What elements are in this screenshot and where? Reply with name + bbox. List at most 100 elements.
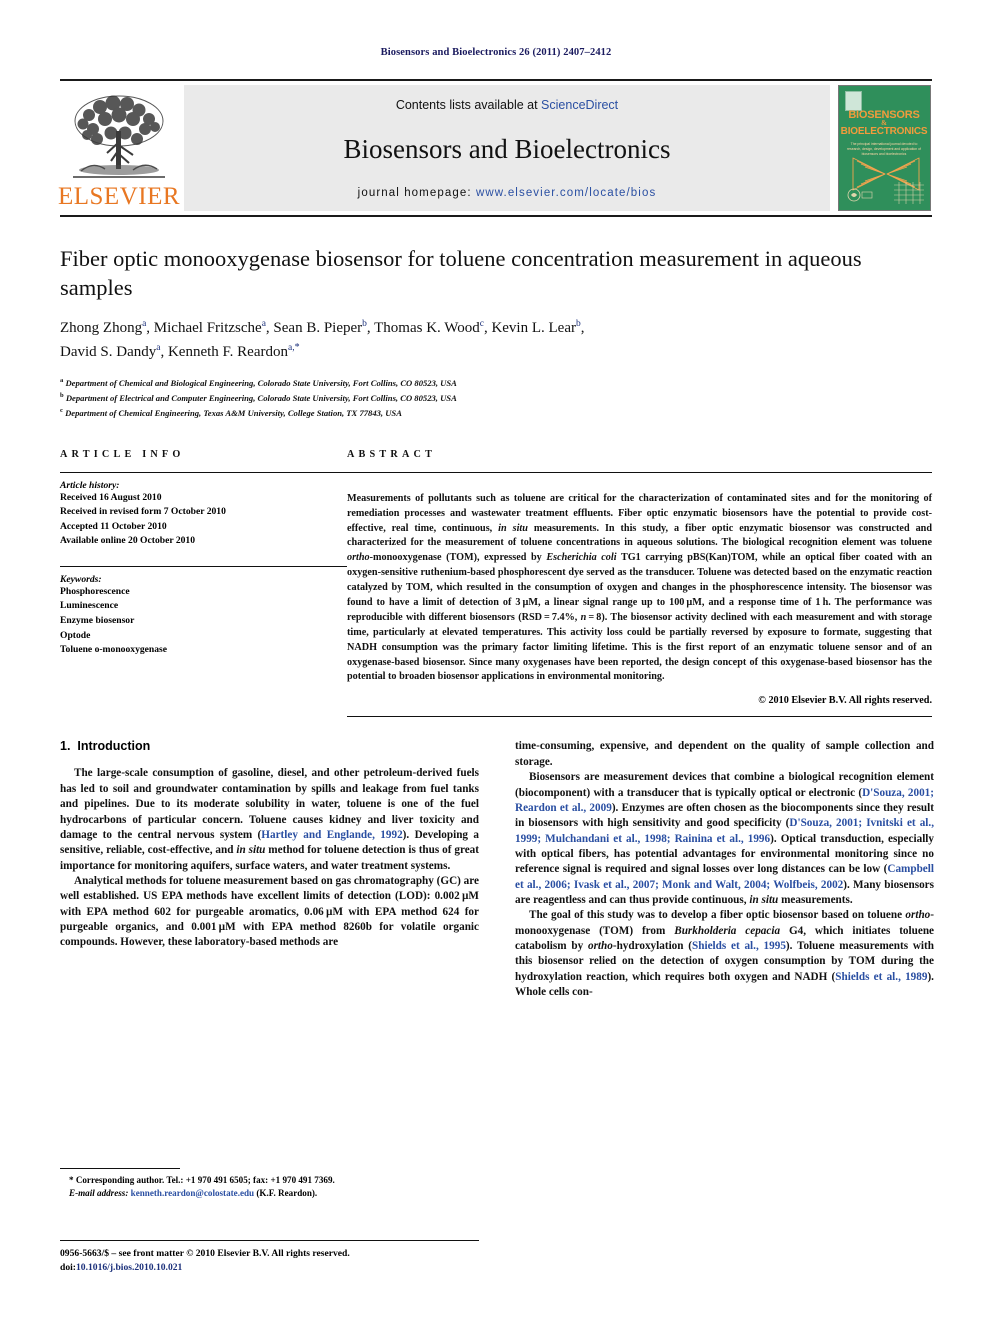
author-affil-marker: a	[156, 342, 161, 353]
keyword-item: Luminescence	[60, 600, 119, 612]
journal-cover-thumbnail[interactable]: BIOSENSORS & BIOELECTRONICS The principa…	[836, 85, 932, 211]
author-affil-marker: a	[261, 319, 266, 330]
abstract-text: Measurements of pollutants such as tolue…	[347, 492, 933, 683]
journal-masthead: ELSEVIER Contents lists available at Sci…	[57, 79, 932, 211]
author-affil-marker: a	[142, 319, 147, 330]
homepage-prefix: journal homepage:	[357, 187, 476, 199]
footnote-contact-line: * Corresponding author. Tel.: +1 970 491…	[69, 1175, 335, 1185]
footnote-rule	[60, 1168, 180, 1169]
doi-line: doi:10.1016/j.bios.2010.10.021	[60, 1261, 560, 1275]
body-left-column: 1. Introduction The large-scale consumpt…	[60, 739, 479, 1000]
issn-copyright-line: 0956-5663/$ – see front matter © 2010 El…	[60, 1248, 350, 1259]
keyword-item: Toluene o-monooxygenase	[60, 644, 168, 656]
author-item: David S. Dandya	[60, 342, 161, 360]
page-title: Fiber optic monooxygenase biosensor for …	[60, 246, 862, 300]
article-info-heading: ARTICLE INFO	[60, 448, 185, 460]
page-footer: 0956-5663/$ – see front matter © 2010 El…	[60, 1240, 560, 1276]
author-item: Kevin L. Learb	[491, 319, 581, 337]
journal-homepage-line: journal homepage: www.elsevier.com/locat…	[358, 187, 657, 199]
author-affil-marker: b	[575, 319, 581, 330]
elsevier-wordmark: ELSEVIER	[57, 183, 181, 210]
author-item: Thomas K. Woodc	[374, 319, 484, 337]
cover-society-logo	[847, 188, 872, 202]
affiliation-marker: a	[60, 377, 64, 385]
body-paragraph: The large-scale consumption of gasoline,…	[60, 767, 480, 872]
abstract-heading: ABSTRACT	[347, 448, 437, 460]
email-link[interactable]: kenneth.reardon@colostate.edu	[131, 1188, 254, 1198]
affiliation-text: Department of Electrical and Computer En…	[65, 392, 457, 403]
author-item: Michael Fritzschea	[153, 319, 266, 337]
body-columns: 1. Introduction The large-scale consumpt…	[60, 739, 934, 1000]
contents-available-line: Contents lists available at ScienceDirec…	[396, 98, 618, 112]
sciencedirect-link[interactable]: ScienceDirect	[541, 98, 618, 112]
contents-prefix: Contents lists available at	[395, 98, 542, 112]
footer-rule	[60, 1240, 479, 1241]
citation-link[interactable]: D'Souza, 2001; Reardon et al., 2009	[515, 787, 934, 814]
citation-link[interactable]: Campbell et al., 2006; Ivask et al., 200…	[515, 863, 934, 890]
keywords-block: Keywords: Phosphorescence Luminescence E…	[60, 567, 347, 658]
affiliation-item: b Department of Electrical and Computer …	[60, 391, 932, 406]
article-history-item: Received in revised form 7 October 2010	[60, 506, 226, 518]
email-label: E-mail address:	[69, 1188, 131, 1199]
article-history-item: Received 16 August 2010	[60, 491, 162, 503]
article-history-label: Article history:	[60, 479, 120, 491]
abstract-copyright: © 2010 Elsevier B.V. All rights reserved…	[758, 695, 932, 707]
abstract-column: ABSTRACT Measurements of pollutants such…	[347, 449, 932, 718]
journal-title: Biosensors and Bioelectronics	[343, 134, 671, 164]
author-item: Sean B. Pieperb	[273, 319, 367, 337]
affiliation-text: Department of Chemical and Biological En…	[65, 378, 457, 389]
cover-circuit-graphic	[893, 182, 924, 204]
article-history-item: Accepted 11 October 2010	[60, 520, 167, 532]
running-head: Biosensors and Bioelectronics 26 (2011) …	[380, 47, 612, 58]
author-item: Kenneth F. Reardona,*	[167, 341, 300, 360]
citation-link[interactable]: Shields et al., 1995	[692, 940, 786, 952]
keyword-item: Enzyme biosensor	[60, 615, 135, 626]
keyword-item: Optode	[60, 629, 91, 641]
citation-link[interactable]: D'Souza, 2001; Ivnitski et al., 1999; Mu…	[515, 817, 934, 844]
affiliation-item: c Department of Chemical Engineering, Te…	[60, 406, 932, 421]
elsevier-tree-icon	[73, 95, 165, 178]
doi-label: doi:	[60, 1262, 76, 1274]
journal-homepage-link[interactable]: www.elsevier.com/locate/bios	[476, 187, 656, 199]
keyword-item: Phosphorescence	[60, 585, 130, 597]
author-list: Zhong Zhonga, Michael Fritzschea, Sean B…	[60, 319, 585, 360]
section-number: 1.	[60, 739, 71, 754]
keywords-label: Keywords:	[60, 573, 102, 585]
body-right-column: time-consuming, expensive, and dependent…	[515, 739, 934, 1000]
abstract-bottom-rule	[347, 716, 932, 718]
author-affil-marker: a,*	[288, 341, 300, 353]
masthead-center: Contents lists available at ScienceDirec…	[184, 85, 830, 211]
author-affil-marker: b	[362, 319, 367, 330]
body-paragraph: Analytical methods for toluene measureme…	[60, 874, 480, 949]
cover-publisher-badge	[844, 91, 862, 111]
email-suffix: (K.F. Reardon).	[254, 1188, 318, 1199]
article-history-block: Article history: Received 16 August 2010…	[60, 473, 347, 549]
affiliation-list: a Department of Chemical and Biological …	[60, 376, 932, 420]
citation-link[interactable]: Shields et al., 1989	[835, 971, 927, 983]
article-page: Biosensors and Bioelectronics 26 (2011) …	[0, 0, 992, 1323]
body-paragraph: The goal of this study was to develop a …	[515, 909, 935, 998]
cover-title-line2: BIOELECTRONICS	[840, 126, 928, 137]
elsevier-logo: ELSEVIER	[57, 85, 181, 211]
body-paragraph: Biosensors are measurement devices that …	[515, 771, 935, 906]
article-info-column: ARTICLE INFO Article history: Received 1…	[60, 449, 347, 718]
masthead-bottom-rule	[60, 215, 932, 217]
cover-image: BIOSENSORS & BIOELECTRONICS The principa…	[837, 85, 931, 211]
citation-link[interactable]: Hartley and Englande, 1992	[261, 829, 402, 841]
doi-link[interactable]: 10.1016/j.bios.2010.10.021	[76, 1262, 182, 1273]
section-title: Introduction	[77, 739, 151, 754]
affiliation-item: a Department of Chemical and Biological …	[60, 376, 932, 391]
article-history-item: Available online 20 October 2010	[60, 535, 196, 547]
body-paragraph: time-consuming, expensive, and dependent…	[515, 740, 934, 768]
author-affil-marker: c	[479, 319, 484, 330]
section-heading-introduction: 1. Introduction	[60, 739, 479, 753]
affiliation-text: Department of Chemical Engineering, Texa…	[65, 407, 402, 418]
corresponding-author-footnote: * Corresponding author. Tel.: +1 970 491…	[60, 1168, 479, 1200]
abstract-top-rule	[347, 471, 932, 473]
affiliation-marker: c	[60, 406, 63, 414]
affiliation-marker: b	[60, 391, 64, 399]
author-item: Zhong Zhonga	[60, 319, 147, 337]
info-abstract-row: ARTICLE INFO Article history: Received 1…	[60, 449, 932, 718]
footnote-email-line: E-mail address: kenneth.reardon@colostat…	[60, 1187, 479, 1200]
